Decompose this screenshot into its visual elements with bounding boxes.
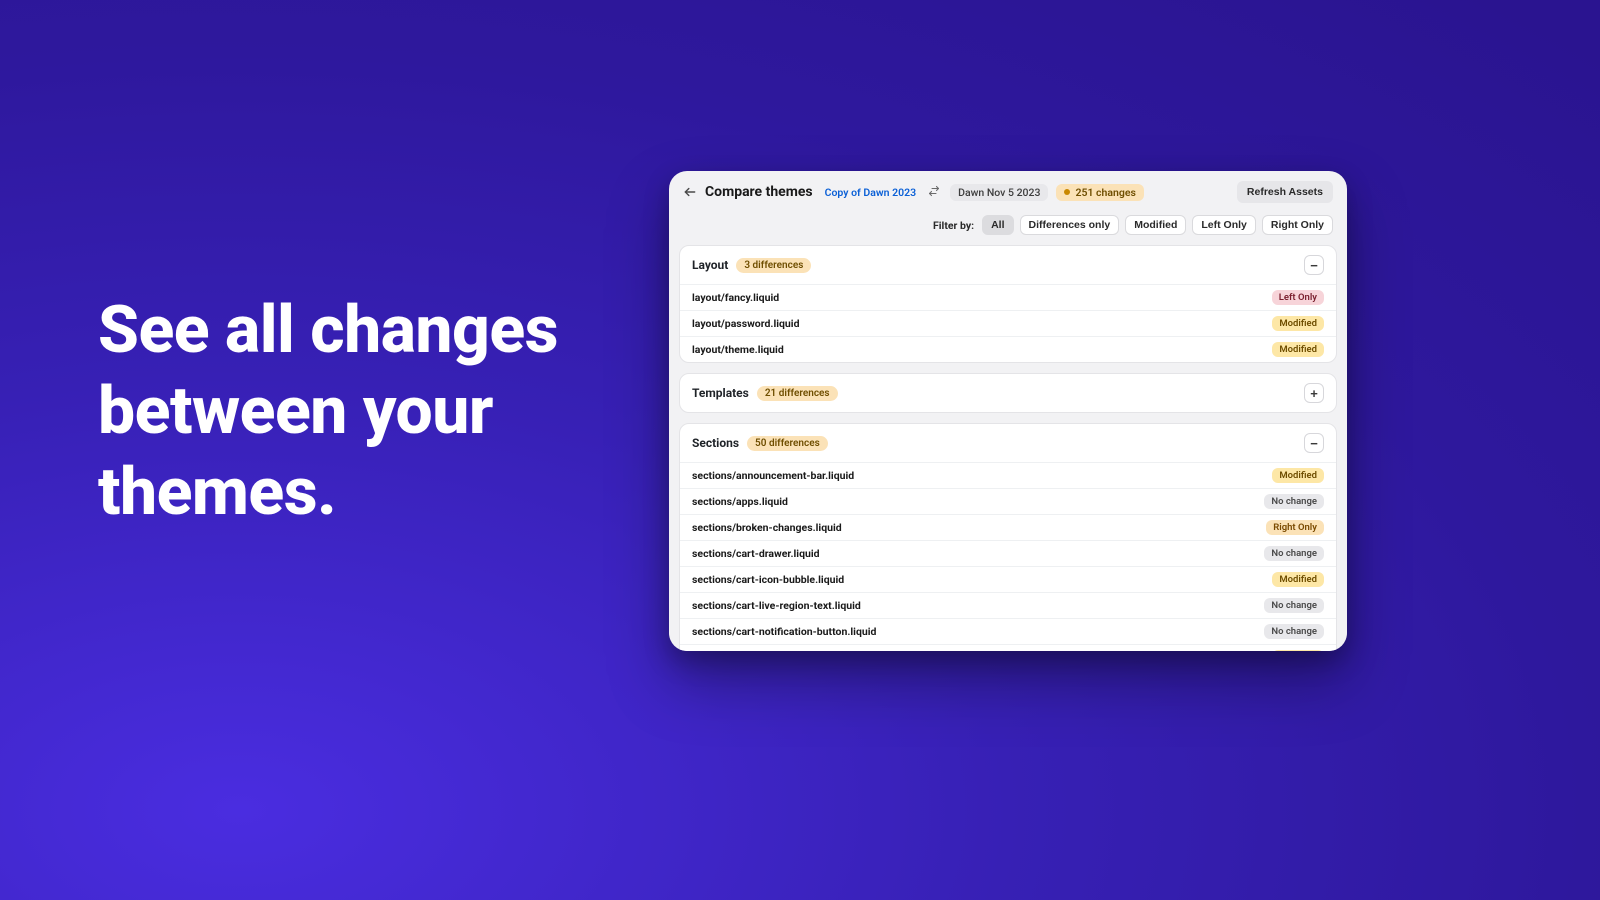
hero-line-1: See all changes (98, 290, 558, 371)
file-row[interactable]: sections/apps.liquid No change (680, 488, 1336, 514)
collapse-icon[interactable]: − (1304, 255, 1324, 275)
file-path: sections/broken-changes.liquid (692, 521, 842, 534)
file-path: sections/cart-notification-button.liquid (692, 625, 876, 638)
expand-icon[interactable]: + (1304, 383, 1324, 403)
file-row[interactable]: sections/broken-changes.liquid Right Only (680, 514, 1336, 540)
status-badge: Left Only (1272, 290, 1324, 305)
changes-count-pill: 251 changes (1056, 184, 1143, 201)
status-badge: No change (1264, 624, 1324, 639)
filter-label: Filter by: (933, 219, 974, 232)
file-path: sections/cart-drawer.liquid (692, 547, 820, 560)
hero-headline: See all changes between your themes. (98, 290, 558, 534)
group-card-sections: Sections 50 differences − sections/announce… (679, 423, 1337, 651)
file-path: layout/theme.liquid (692, 343, 784, 356)
status-badge: Modified (1272, 342, 1324, 357)
collapse-icon[interactable]: − (1304, 433, 1324, 453)
group-header[interactable]: Layout 3 differences − (680, 246, 1336, 284)
file-row[interactable]: sections/cart-icon-bubble.liquid Modified (680, 566, 1336, 592)
theme-left-pill[interactable]: Copy of Dawn 2023 (823, 184, 918, 201)
filter-row: Filter by: All Differences onlyModified Le… (669, 211, 1347, 245)
file-path: sections/cart-icon-bubble.liquid (692, 573, 844, 586)
hero-line-3: themes. (98, 452, 558, 533)
status-badge: Modified (1272, 572, 1324, 587)
file-row[interactable]: sections/announcement-bar.liquid Modified (680, 462, 1336, 488)
status-badge: Right Only (1266, 520, 1324, 535)
file-row[interactable]: sections/cart-drawer.liquid No change (680, 540, 1336, 566)
file-path: sections/announcement-bar.liquid (692, 469, 854, 482)
group-title: Sections (692, 436, 739, 450)
file-row[interactable]: layout/fancy.liquid Left Only (680, 284, 1336, 310)
swap-icon[interactable] (926, 185, 942, 200)
group-title: Layout (692, 258, 728, 272)
filter-chip-differences-only[interactable]: Differences only (1020, 215, 1120, 235)
status-badge: No change (1264, 598, 1324, 613)
file-row[interactable]: sections/cart-notification-button.liquid… (680, 618, 1336, 644)
file-path: layout/fancy.liquid (692, 291, 779, 304)
group-count-pill: 21 differences (757, 386, 838, 401)
file-path: sections/cart-live-region-text.liquid (692, 599, 861, 612)
group-count-pill: 50 differences (747, 436, 828, 451)
file-path: layout/password.liquid (692, 317, 800, 330)
hero-line-2: between your (98, 371, 558, 452)
file-row[interactable]: sections/cart-notification-product.liqui… (680, 644, 1336, 651)
status-badge: Modified (1272, 316, 1324, 331)
group-card-templates: Templates 21 differences + (679, 373, 1337, 413)
status-badge: No change (1264, 494, 1324, 509)
status-badge: No change (1264, 546, 1324, 561)
file-row[interactable]: sections/cart-live-region-text.liquid No … (680, 592, 1336, 618)
group-card-layout: Layout 3 differences − layout/fancy.liquid L… (679, 245, 1337, 363)
status-badge: Modified (1272, 468, 1324, 483)
group-count-pill: 3 differences (736, 258, 811, 273)
file-row[interactable]: layout/theme.liquid Modified (680, 336, 1336, 362)
filter-chip-left-only[interactable]: Left Only (1192, 215, 1256, 235)
filter-chip-all[interactable]: All (982, 215, 1013, 235)
theme-right-pill[interactable]: Dawn Nov 5 2023 (950, 184, 1048, 201)
compare-themes-window: Compare themes Copy of Dawn 2023 Dawn No… (669, 171, 1347, 651)
refresh-assets-button[interactable]: Refresh Assets (1237, 181, 1333, 203)
back-arrow-icon[interactable] (683, 185, 697, 199)
status-badge: Modified (1272, 650, 1324, 651)
group-title: Templates (692, 386, 749, 400)
window-header: Compare themes Copy of Dawn 2023 Dawn No… (669, 171, 1347, 211)
filter-chip-right-only[interactable]: Right Only (1262, 215, 1333, 235)
page-title: Compare themes (705, 184, 813, 200)
file-path: sections/apps.liquid (692, 495, 788, 508)
groups-container: Layout 3 differences − layout/fancy.liquid L… (669, 245, 1347, 651)
filter-chip-modified[interactable]: Modified (1125, 215, 1186, 235)
group-header[interactable]: Sections 50 differences − (680, 424, 1336, 462)
file-row[interactable]: layout/password.liquid Modified (680, 310, 1336, 336)
group-header[interactable]: Templates 21 differences + (680, 374, 1336, 412)
